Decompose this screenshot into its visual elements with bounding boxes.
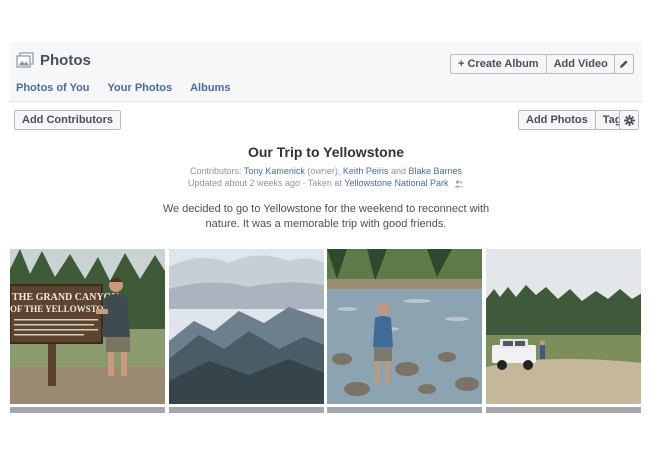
tab-your-photos[interactable]: Your Photos <box>108 82 173 94</box>
contributor-link[interactable]: Blake Barnes <box>409 166 463 176</box>
create-album-button[interactable]: + Create Album <box>450 54 547 74</box>
photos-page: Photos Photos of You Your Photos Albums … <box>10 42 642 413</box>
contributor-link[interactable]: Keith Peiris <box>343 166 389 176</box>
photo-row-preview <box>327 407 482 413</box>
owner-note: (owner), <box>307 166 341 176</box>
photo-grand-canyon-sign[interactable]: THE GRAND CANYON OF THE YELLOWSTONE <box>10 249 165 404</box>
album-title: Our Trip to Yellowstone <box>247 144 405 160</box>
album-contributors: Contributors: Tony Kamenick (owner), Kei… <box>10 166 642 176</box>
header-actions: + Create Album Add Video <box>450 54 616 74</box>
tab-albums[interactable]: Albums <box>190 82 230 94</box>
photo-mountains[interactable] <box>169 249 324 404</box>
contributor-link[interactable]: Tony Kamenick <box>244 166 305 176</box>
album-tools: Add Photos Tag <box>518 110 630 130</box>
settings-button[interactable] <box>619 110 639 130</box>
photo-row-preview <box>486 407 641 413</box>
and-text: and <box>390 166 406 176</box>
contributors-label: Contributors: <box>189 166 242 176</box>
people-icon <box>454 180 464 188</box>
page-title: Photos <box>40 52 91 69</box>
add-photos-button[interactable]: Add Photos <box>518 110 596 130</box>
updated-text: Updated about 2 weeks ago · Taken at <box>187 178 342 188</box>
photos-header: Photos Photos of You Your Photos Albums … <box>10 42 642 102</box>
photo-jeep[interactable] <box>486 249 641 404</box>
album-description: We decided to go to Yellowstone for the … <box>162 203 490 230</box>
add-video-button[interactable]: Add Video <box>546 54 616 74</box>
photos-nav: Photos of You Your Photos Albums <box>16 82 230 94</box>
gear-icon <box>623 114 635 126</box>
edit-button[interactable] <box>614 54 634 74</box>
photo-grid: THE GRAND CANYON OF THE YELLOWSTONE <box>10 249 642 413</box>
add-contributors-button[interactable]: Add Contributors <box>14 110 122 130</box>
album-updated: Updated about 2 weeks ago · Taken at Yel… <box>10 178 642 188</box>
pencil-icon <box>620 60 628 68</box>
photo-row-preview <box>10 407 165 413</box>
tab-photos-of-you[interactable]: Photos of You <box>16 82 90 94</box>
sign-text: THE GRAND CANYON <box>12 292 119 303</box>
photos-icon <box>16 52 34 68</box>
photo-river[interactable] <box>327 249 482 404</box>
location-link[interactable]: Yellowstone National Park <box>344 178 448 188</box>
photo-row-preview <box>169 407 324 413</box>
